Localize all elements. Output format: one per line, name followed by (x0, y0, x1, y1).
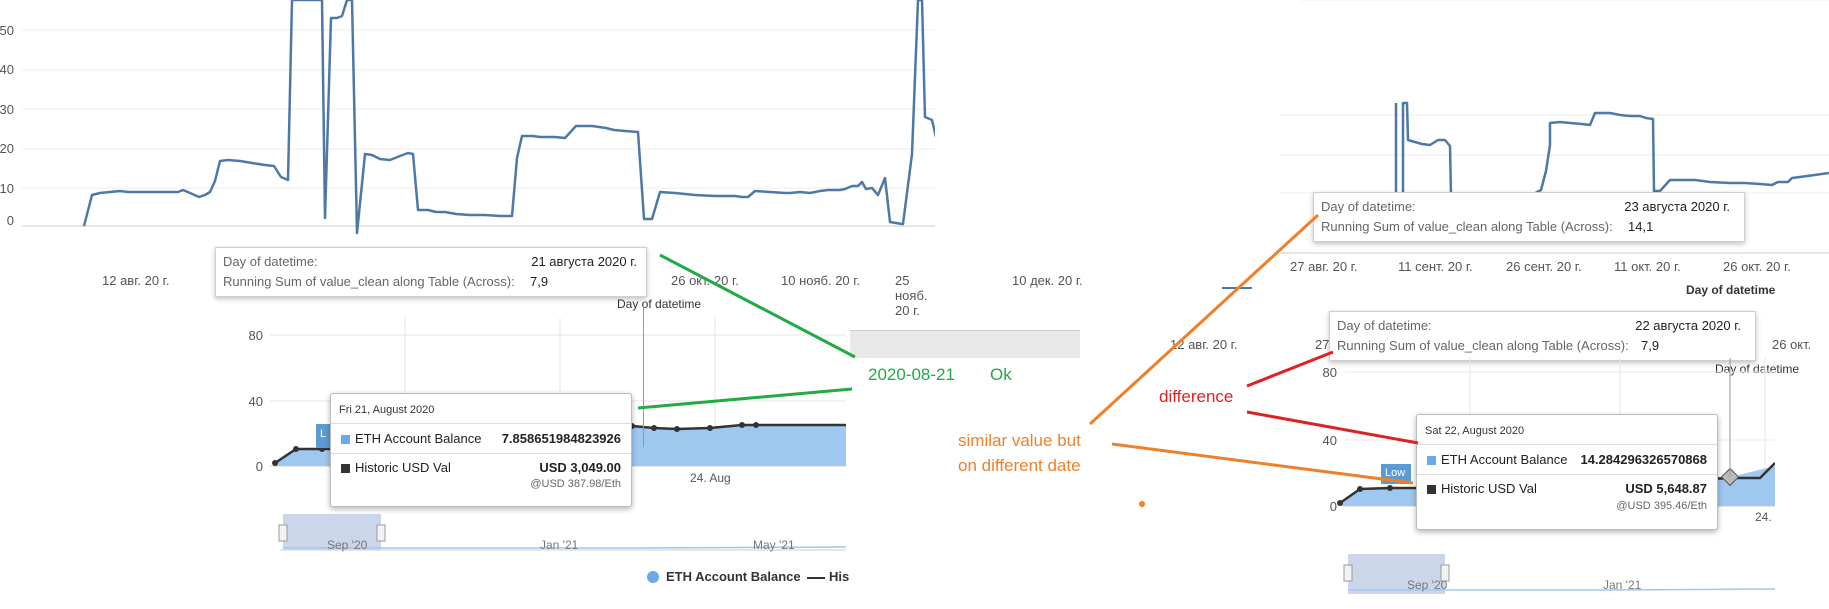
annotation-ok-word: Ok (990, 365, 1012, 384)
annotation-lines (637, 213, 1419, 507)
annotation-ok-date: 2020-08-21 (868, 365, 955, 384)
annotation-similar-line2: on different date (958, 456, 1081, 475)
annotation-difference: difference (1159, 387, 1234, 406)
annotation-similar-line1: similar value but (958, 431, 1081, 450)
